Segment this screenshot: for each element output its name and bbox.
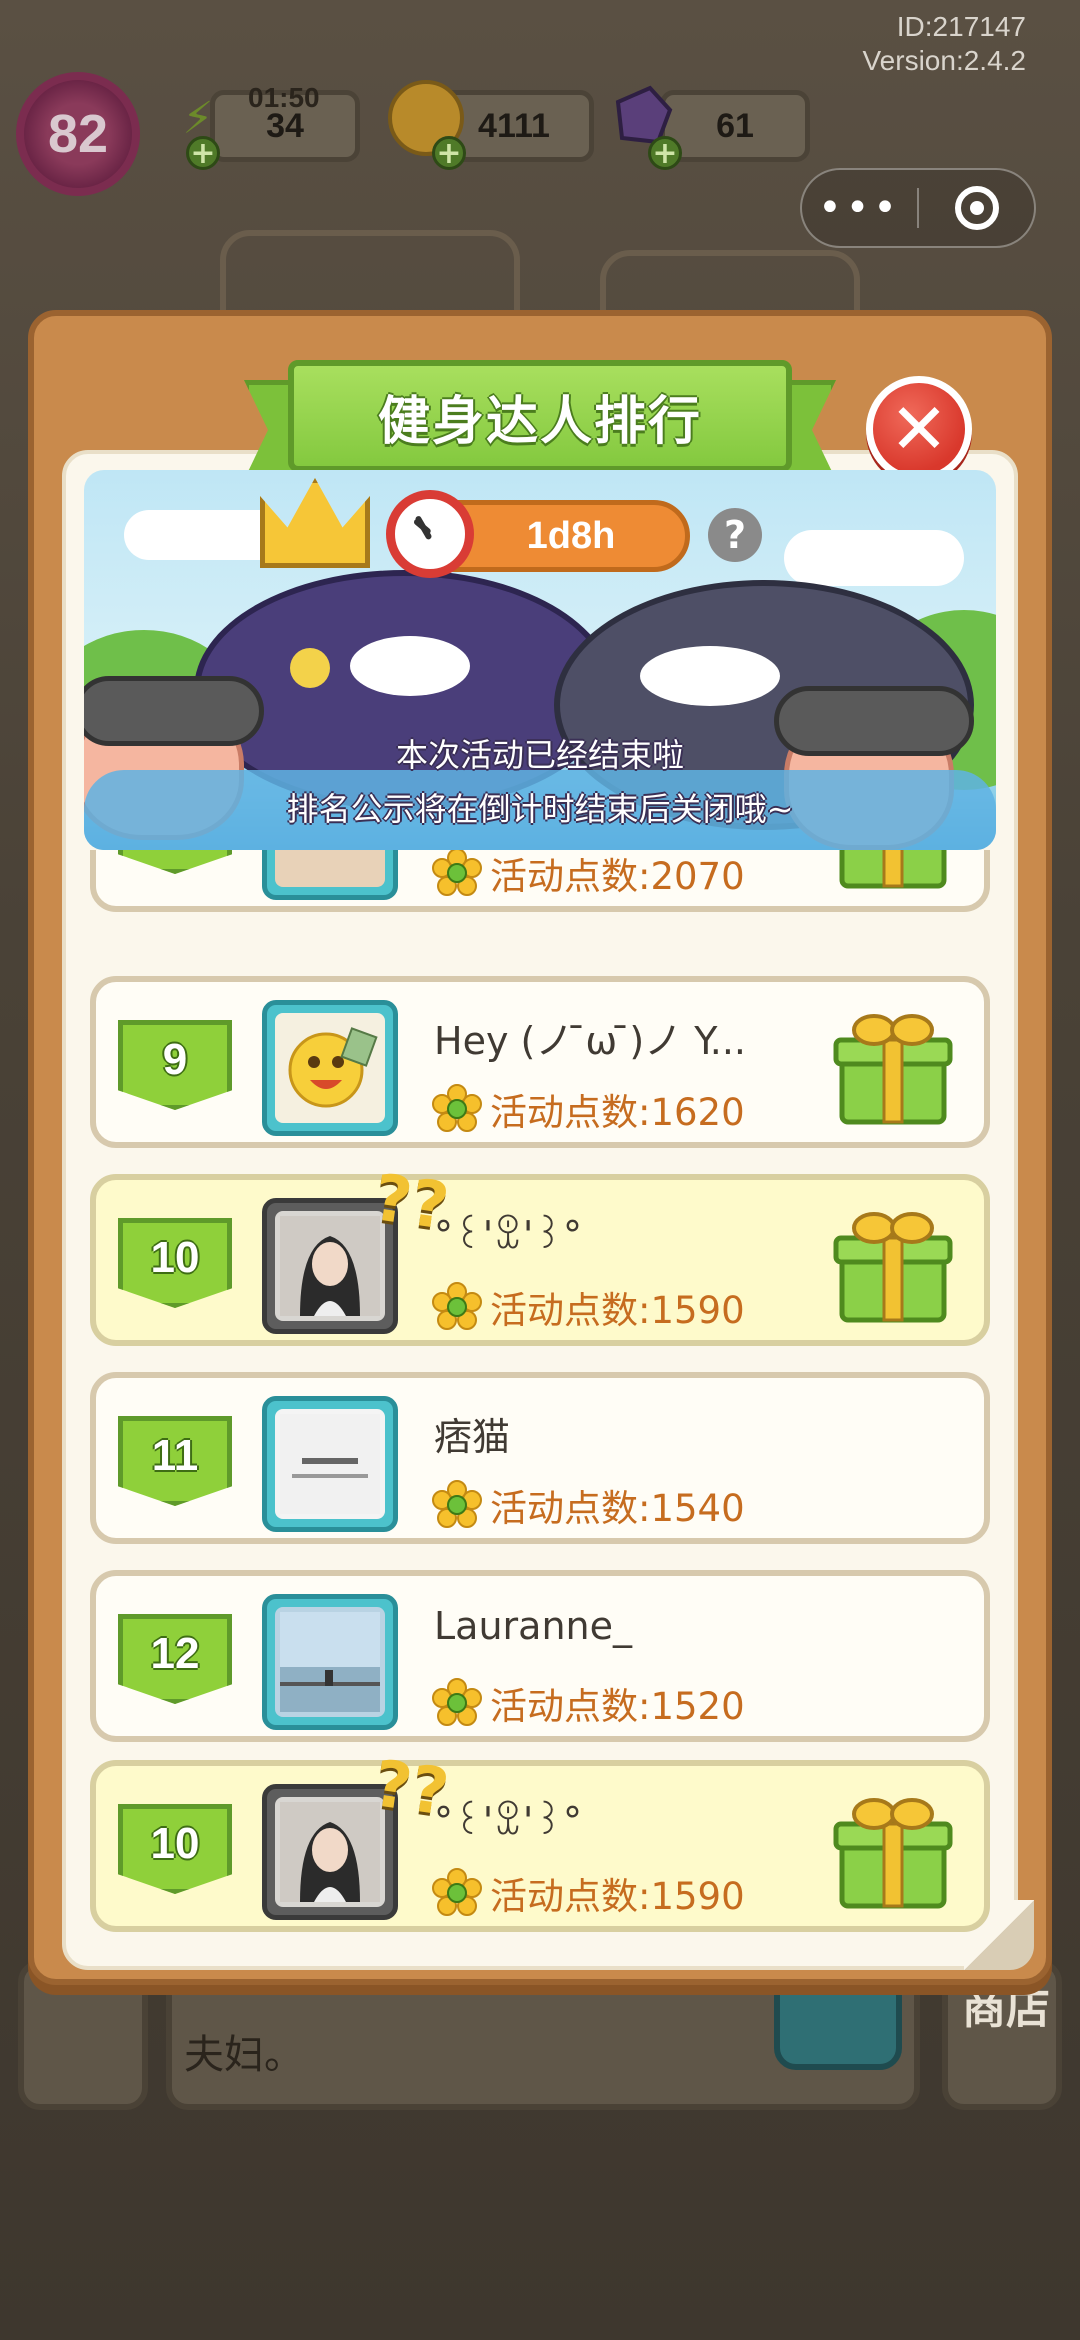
add-gems-button[interactable]: + xyxy=(648,136,682,170)
ranking-row-11[interactable]: 11 痞猫 活动点数:1540 xyxy=(90,1372,990,1544)
emoji-avatar-icon xyxy=(288,1027,378,1108)
avatar[interactable] xyxy=(262,1000,398,1136)
target-icon xyxy=(954,186,999,230)
tshirt-avatar-icon xyxy=(280,1414,380,1514)
level-badge[interactable]: 82 xyxy=(16,72,140,196)
player-name: 痞猫 xyxy=(434,1415,511,1459)
ranking-row-10[interactable]: 10 ?? °꒰'ꀾ'꒱° 活动点数:1590 xyxy=(90,1161,990,1346)
flower-icon xyxy=(432,1084,482,1132)
notice-line-2: 排名公示将在倒计时结束后关闭哦~ xyxy=(286,790,794,828)
avatar-image xyxy=(275,850,385,887)
player-name: °꒰'ꀾ'꒱° xyxy=(434,1213,582,1257)
gift-icon[interactable] xyxy=(828,1000,958,1130)
points-text: 活动点数:1590 xyxy=(490,1875,745,1918)
close-miniprogram-button[interactable] xyxy=(919,186,1034,230)
avatar-image xyxy=(275,1409,385,1519)
avatar-image xyxy=(275,1607,385,1717)
activity-points: 活动点数:1590 xyxy=(432,1280,745,1334)
flower-icon xyxy=(432,1868,482,1916)
miniprogram-capsule: ••• xyxy=(800,168,1036,248)
activity-points: 活动点数:1620 xyxy=(432,1082,745,1136)
points-text: 活动点数:1540 xyxy=(490,1487,745,1530)
rank-badge: 12 xyxy=(118,1614,232,1704)
cloud xyxy=(784,530,964,586)
whale-eye xyxy=(290,648,330,688)
portrait-avatar-icon xyxy=(280,1216,380,1316)
rank-badge: 9 xyxy=(118,1020,232,1110)
my-rank-row[interactable]: 10 ?? °꒰'ꀾ'꒱° 活动点数:1590 xyxy=(90,1747,990,1932)
energy-timer: 01:50 xyxy=(248,82,320,113)
whale-spot xyxy=(350,636,470,696)
points-text: 活动点数:2070 xyxy=(490,855,745,898)
points-text: 活动点数:1520 xyxy=(490,1685,745,1728)
clock-icon xyxy=(386,490,474,578)
points-text: 活动点数:1620 xyxy=(490,1091,745,1134)
add-energy-button[interactable]: + xyxy=(186,136,220,170)
gift-icon[interactable] xyxy=(828,1198,958,1328)
flower-icon xyxy=(432,1480,482,1528)
flower-icon xyxy=(432,850,482,896)
activity-points: 活动点数:1540 xyxy=(432,1478,745,1532)
rank-badge: 10 xyxy=(118,1218,232,1308)
portrait-avatar-icon xyxy=(280,1802,380,1902)
avatar[interactable] xyxy=(262,1594,398,1730)
gift-icon[interactable] xyxy=(828,850,958,894)
add-coins-button[interactable]: + xyxy=(432,136,466,170)
avatar[interactable] xyxy=(262,1396,398,1532)
ranking-row-8[interactable]: 8 活动点数:2070 xyxy=(90,850,990,912)
panel-title: 健身达人排行 xyxy=(288,360,792,472)
more-button[interactable]: ••• xyxy=(802,170,917,246)
rank-badge: 11 xyxy=(118,1416,232,1506)
flower-icon xyxy=(432,1282,482,1330)
gift-icon[interactable] xyxy=(828,1784,958,1914)
background-input-text: 夫妇。 xyxy=(184,2032,304,2078)
gem-counter[interactable]: 61 xyxy=(660,90,810,162)
activity-points: 活动点数:1590 xyxy=(432,1866,745,1920)
whale-spot xyxy=(640,646,780,706)
notice-line-1: 本次活动已经结束啦 xyxy=(395,736,684,774)
help-button[interactable]: ? xyxy=(708,508,762,562)
player-name: Lauranne_ xyxy=(434,1604,632,1648)
activity-points: 活动点数:1520 xyxy=(432,1676,745,1730)
event-ended-notice: 本次活动已经结束啦 排名公示将在倒计时结束后关闭哦~ xyxy=(84,728,996,836)
player-name: °꒰'ꀾ'꒱° xyxy=(434,1799,582,1843)
avatar-image xyxy=(275,1797,385,1907)
close-button[interactable]: ✕ xyxy=(866,376,972,482)
user-id: ID:217147 xyxy=(896,11,1026,42)
seaside-avatar-icon xyxy=(280,1612,380,1712)
points-text: 活动点数:1590 xyxy=(490,1289,745,1332)
resource-bar: 82 34 ⚡ + 4111 + 61 + xyxy=(0,60,1080,196)
rank-badge: 10 xyxy=(118,1804,232,1894)
ranking-row-9[interactable]: 9 Hey (ノ ̄ω ̄)ノ Y... 活动点数:1620 xyxy=(90,976,990,1148)
player-name: Hey (ノ ̄ω ̄)ノ Y... xyxy=(434,1019,746,1063)
avatar-image xyxy=(275,1211,385,1321)
rank-badge: 8 xyxy=(118,850,232,874)
avatar[interactable] xyxy=(262,850,398,900)
activity-points: 活动点数:2070 xyxy=(432,850,745,900)
avatar-image xyxy=(275,1013,385,1123)
background-bottom-bar xyxy=(0,1960,1080,2140)
ranking-row-12[interactable]: 12 Lauranne_ 活动点数:1520 xyxy=(90,1570,990,1742)
flower-icon xyxy=(432,1678,482,1726)
